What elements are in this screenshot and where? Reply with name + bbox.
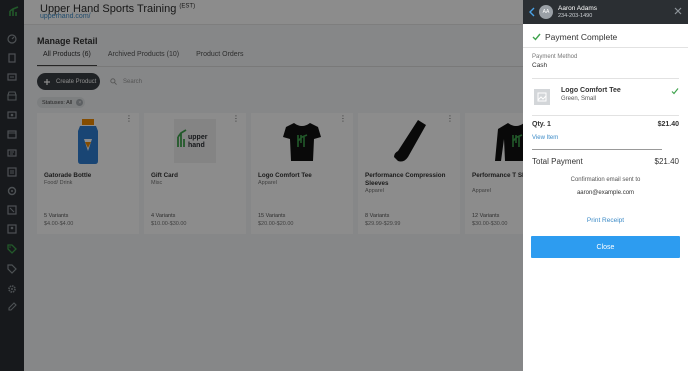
modal-backdrop[interactable] xyxy=(0,0,523,371)
confirmation-email: aaron@example.com xyxy=(576,190,635,196)
payment-status-title: Payment Complete xyxy=(545,32,618,42)
line-total: $21.40 xyxy=(657,121,679,128)
back-arrow-icon[interactable] xyxy=(528,7,536,17)
divider xyxy=(532,149,662,150)
close-button[interactable]: Close xyxy=(531,236,680,258)
client-phone: 234-203-1490 xyxy=(558,13,593,19)
drawer-header: AA Aaron Adams 234-203-1490 xyxy=(523,0,688,24)
divider xyxy=(532,78,679,79)
payment-drawer: AA Aaron Adams 234-203-1490 Payment Comp… xyxy=(523,0,688,371)
item-name: Logo Comfort Tee xyxy=(561,87,621,94)
client-avatar: AA xyxy=(539,5,553,19)
item-description: Green, Small xyxy=(561,96,597,102)
confirmation-text: Confirmation email sent to xyxy=(570,177,641,183)
total-payment-label: Total Payment xyxy=(532,157,583,166)
payment-method-label: Payment Method xyxy=(532,54,578,60)
divider xyxy=(532,115,679,116)
payment-method-value: Cash xyxy=(532,62,548,69)
image-placeholder-icon xyxy=(537,92,547,102)
view-item-link[interactable]: View Item xyxy=(532,135,558,141)
close-icon[interactable] xyxy=(674,7,682,15)
total-payment-value: $21.40 xyxy=(654,157,679,166)
item-quantity: Qty. 1 xyxy=(532,121,551,128)
check-icon xyxy=(532,33,541,41)
check-icon xyxy=(671,88,679,95)
print-receipt-link[interactable]: Print Receipt xyxy=(523,217,688,224)
client-name: Aaron Adams xyxy=(558,5,598,12)
product-thumbnail xyxy=(534,89,550,105)
divider xyxy=(523,47,688,48)
